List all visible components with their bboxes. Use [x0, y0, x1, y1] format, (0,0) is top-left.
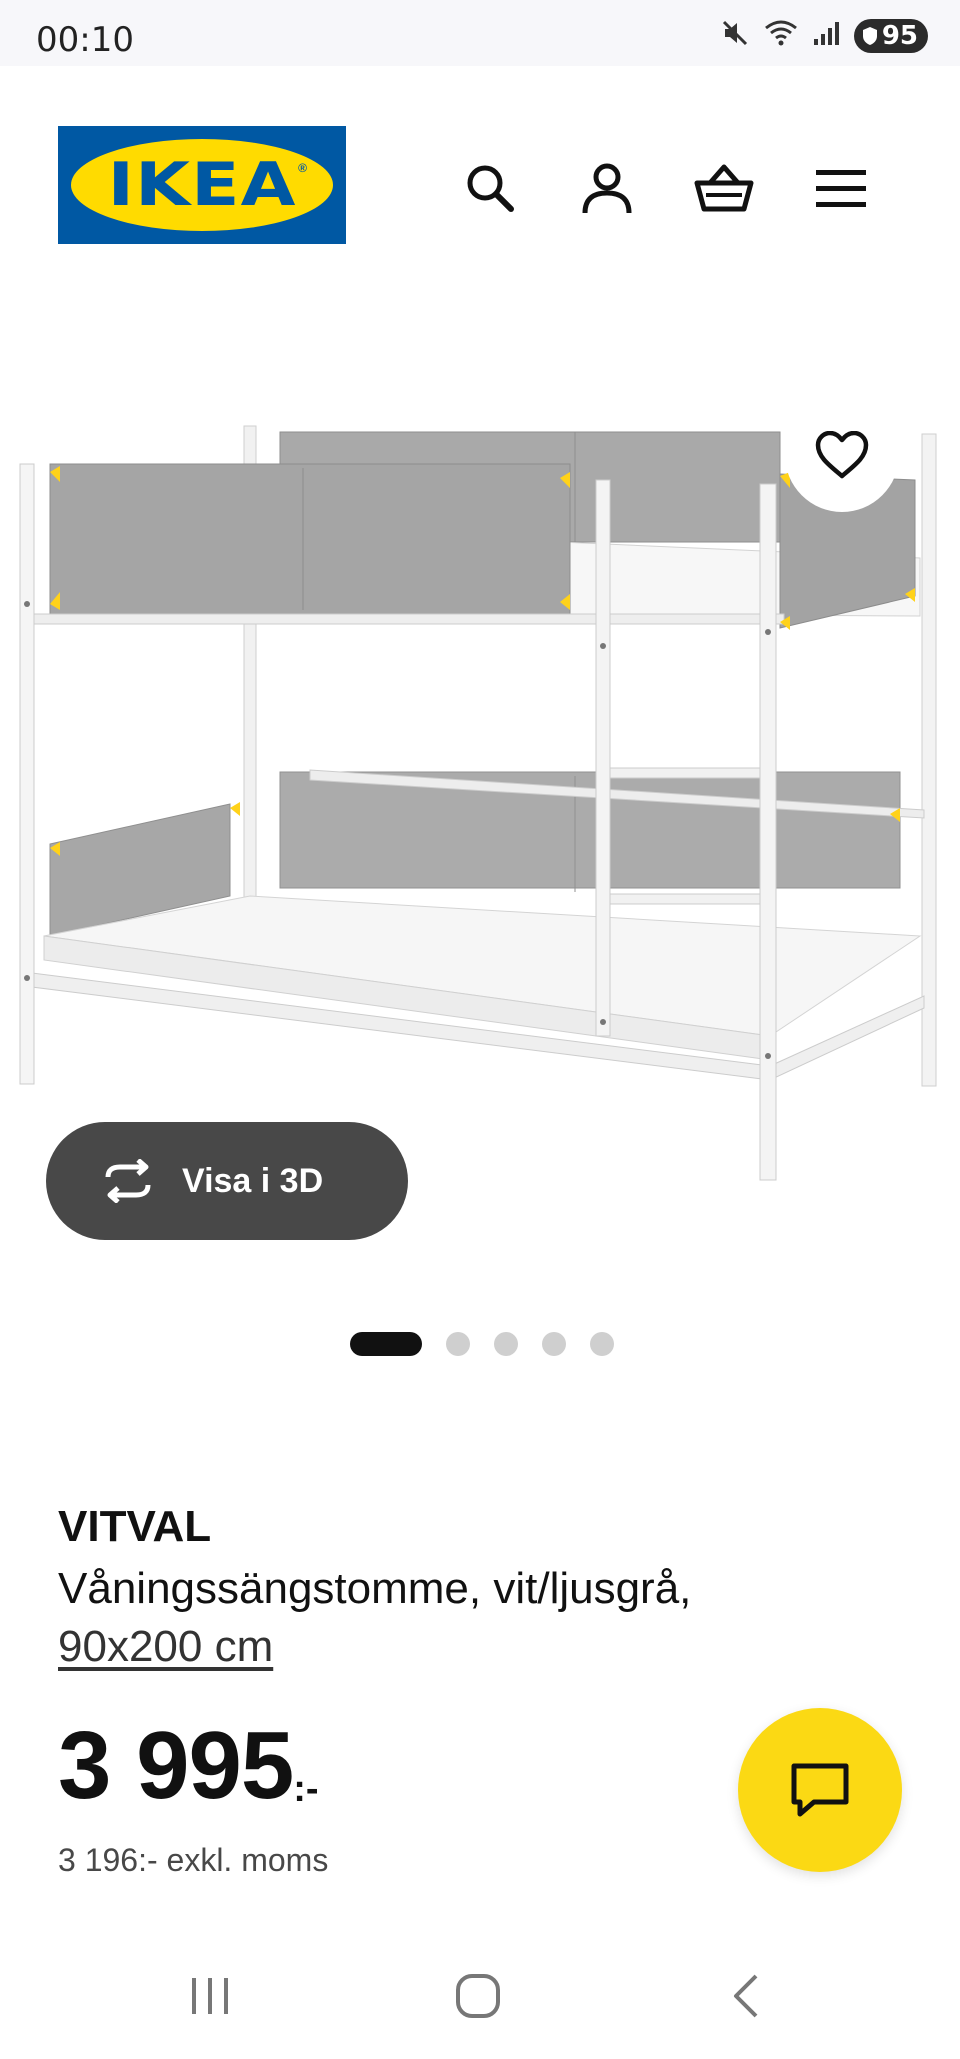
view-3d-button[interactable]: Visa i 3D — [46, 1122, 408, 1240]
wifi-icon — [764, 18, 798, 53]
chat-button[interactable] — [738, 1708, 902, 1872]
status-icons: 95 — [720, 18, 928, 53]
system-nav-bar — [0, 1936, 960, 2059]
signal-icon — [812, 19, 840, 52]
slide-indicator — [350, 1332, 614, 1356]
slide-dot-5[interactable] — [590, 1332, 614, 1356]
header: IKEA ® — [0, 66, 960, 296]
registered-icon: ® — [298, 161, 307, 175]
rotate-icon — [105, 1159, 151, 1203]
search-icon[interactable] — [458, 156, 522, 220]
product-size-link[interactable]: 90x200 cm — [58, 1618, 273, 1676]
menu-icon[interactable] — [809, 156, 873, 220]
slide-dot-1[interactable] — [350, 1332, 422, 1356]
heart-icon — [815, 431, 869, 479]
price-value: 3 995 — [58, 1712, 294, 1819]
mute-icon — [720, 18, 750, 53]
product-gallery[interactable]: Visa i 3D — [0, 296, 960, 1356]
status-bar: 00:10 95 — [0, 0, 960, 66]
slide-dot-2[interactable] — [446, 1332, 470, 1356]
product-description: Våningssängstomme, vit/ljusgrå, 90x200 c… — [58, 1560, 818, 1676]
product-price: 3 995 :- — [58, 1718, 319, 1814]
product-description-text: Våningssängstomme, vit/ljusgrå, — [58, 1564, 692, 1613]
battery-icon: 95 — [853, 18, 928, 53]
slide-dot-3[interactable] — [494, 1332, 518, 1356]
home-icon[interactable] — [438, 1964, 518, 2028]
cart-icon[interactable] — [692, 156, 756, 220]
recent-apps-icon[interactable] — [170, 1964, 250, 2028]
view-3d-label: Visa i 3D — [182, 1161, 324, 1200]
account-icon[interactable] — [575, 156, 639, 220]
favorite-button[interactable] — [785, 398, 899, 512]
price-excl-vat: 3 196:- exkl. moms — [58, 1842, 329, 1878]
price-suffix: :- — [293, 1768, 319, 1810]
battery-level: 95 — [881, 20, 918, 51]
slide-dot-4[interactable] — [542, 1332, 566, 1356]
product-name: VITVAL — [58, 1502, 212, 1551]
chat-icon — [791, 1763, 849, 1817]
logo-text: IKEA — [107, 150, 297, 220]
logo-oval: IKEA ® — [71, 139, 333, 231]
back-icon[interactable] — [706, 1964, 786, 2028]
ikea-logo[interactable]: IKEA ® — [58, 126, 346, 244]
status-time: 00:10 — [36, 20, 134, 60]
